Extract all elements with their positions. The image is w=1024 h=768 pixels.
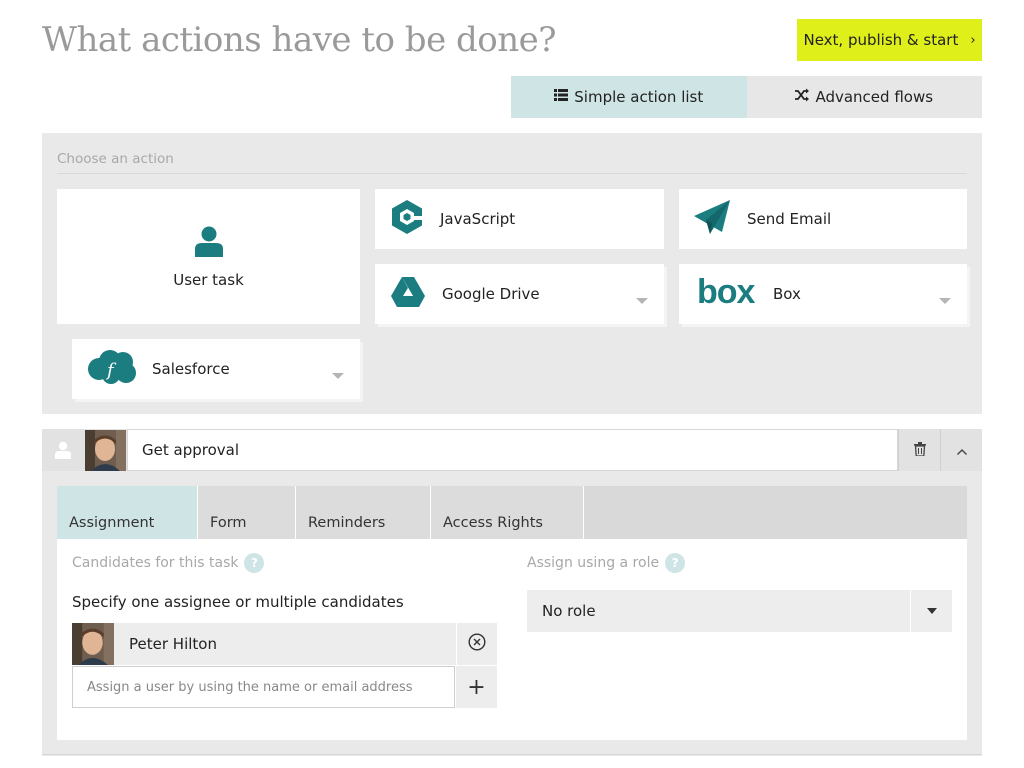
role-label: Assign using a role ? — [527, 553, 686, 573]
role-label-text: Assign using a role — [527, 555, 660, 571]
remove-candidate-button[interactable] — [456, 623, 497, 665]
chevron-right-icon: › — [970, 32, 976, 48]
task-name-field[interactable]: Get approval — [127, 429, 898, 471]
paper-plane-icon — [693, 199, 731, 239]
avatar — [85, 430, 126, 471]
chevron-down-icon[interactable] — [636, 298, 648, 304]
tab-simple-action-list-label: Simple action list — [574, 88, 704, 106]
box-logo-text: box — [697, 276, 755, 308]
role-select[interactable]: No role — [527, 590, 952, 632]
list-icon — [554, 88, 569, 106]
task-details-panel: Assignment Form Reminders Access Rights … — [42, 471, 982, 756]
action-user-task[interactable]: User task — [57, 189, 360, 324]
google-drive-icon — [390, 276, 426, 312]
action-salesforce[interactable]: f Salesforce — [72, 339, 360, 399]
chevron-down-icon[interactable] — [910, 590, 952, 632]
chevron-down-icon[interactable] — [332, 373, 344, 379]
divider — [42, 754, 982, 755]
action-send-email-label: Send Email — [747, 210, 832, 228]
action-send-email[interactable]: Send Email — [679, 189, 967, 249]
user-icon — [194, 225, 224, 261]
tab-assignment[interactable]: Assignment — [57, 486, 198, 539]
tab-simple-action-list[interactable]: Simple action list — [511, 76, 747, 118]
action-google-drive[interactable]: Google Drive — [375, 264, 664, 324]
action-user-task-label: User task — [173, 270, 244, 289]
action-chooser-panel: Choose an action User task JavaScript Se… — [42, 133, 982, 414]
assign-user-input[interactable] — [72, 666, 455, 708]
tab-advanced-flows[interactable]: Advanced flows — [746, 76, 982, 118]
user-icon — [42, 429, 84, 471]
add-candidate-button[interactable]: + — [456, 666, 497, 708]
avatar — [72, 623, 114, 665]
task-header: Get approval — [42, 429, 982, 471]
page-title: What actions have to be done? — [42, 20, 556, 60]
collapse-task-button[interactable] — [940, 429, 982, 471]
divider — [57, 173, 967, 174]
delete-task-button[interactable] — [898, 429, 940, 471]
chevron-down-icon[interactable] — [939, 298, 951, 304]
candidate-name: Peter Hilton — [129, 635, 217, 653]
box-logo-icon: box — [697, 273, 757, 312]
action-box[interactable]: box Box — [679, 264, 967, 324]
salesforce-icon: f — [86, 349, 138, 389]
next-publish-start-button[interactable]: Next, publish & start › — [797, 19, 982, 61]
tab-reminders[interactable]: Reminders — [296, 486, 431, 539]
close-circle-icon — [468, 633, 486, 655]
help-icon[interactable]: ? — [665, 553, 686, 573]
mode-tabs: Simple action list Advanced flows — [511, 76, 982, 118]
candidates-label: Candidates for this task ? — [72, 553, 265, 573]
chevron-up-icon — [956, 441, 968, 460]
tab-form[interactable]: Form — [198, 486, 296, 539]
tab-access-rights[interactable]: Access Rights — [431, 486, 584, 539]
action-javascript-label: JavaScript — [440, 210, 516, 228]
candidates-label-text: Candidates for this task — [72, 555, 239, 571]
shuffle-icon — [795, 88, 810, 106]
publish-button-label: Next, publish & start — [803, 31, 959, 49]
candidate-item: Peter Hilton — [72, 623, 497, 665]
javascript-icon — [390, 199, 424, 239]
trash-icon — [913, 441, 926, 460]
task-tabs: Assignment Form Reminders Access Rights — [57, 486, 967, 539]
action-salesforce-label: Salesforce — [152, 360, 230, 378]
specify-assignee-text: Specify one assignee or multiple candida… — [72, 593, 404, 611]
choose-action-label: Choose an action — [57, 151, 174, 167]
role-select-value: No role — [542, 602, 596, 620]
help-icon[interactable]: ? — [244, 553, 265, 573]
action-box-label: Box — [773, 285, 801, 303]
tab-advanced-flows-label: Advanced flows — [815, 88, 934, 106]
assignment-content: Candidates for this task ? Specify one a… — [57, 539, 967, 740]
action-google-drive-label: Google Drive — [442, 285, 540, 303]
action-javascript[interactable]: JavaScript — [375, 189, 664, 249]
